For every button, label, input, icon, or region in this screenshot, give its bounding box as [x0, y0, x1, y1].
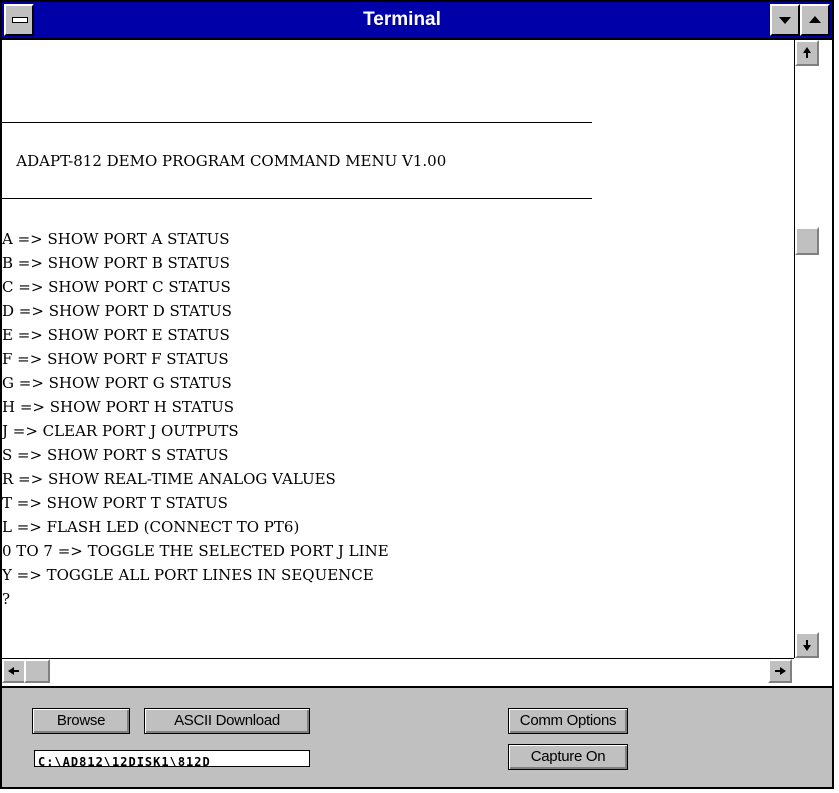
- ascii-download-button-label: ASCII Download: [174, 712, 280, 729]
- title-bar[interactable]: Terminal: [2, 2, 832, 40]
- comm-options-button-label: Comm Options: [519, 712, 617, 729]
- browse-button-label: Browse: [56, 712, 106, 729]
- window-title: Terminal: [363, 9, 441, 30]
- menu-line: Y => TOGGLE ALL PORT LINES IN SEQUENCE: [2, 566, 374, 584]
- menu-header: ADAPT-812 DEMO PROGRAM COMMAND MENU V1.0…: [2, 152, 447, 170]
- menu-line: C => SHOW PORT C STATUS: [2, 278, 231, 296]
- system-menu-icon[interactable]: [4, 4, 34, 36]
- comm-options-button[interactable]: Comm Options: [508, 708, 628, 734]
- menu-line: R => SHOW REAL-TIME ANALOG VALUES: [2, 470, 336, 488]
- menu-line: T => SHOW PORT T STATUS: [2, 494, 228, 512]
- horizontal-scrollbar[interactable]: [2, 658, 794, 684]
- vertical-scrollbar[interactable]: [794, 40, 820, 658]
- capture-on-button[interactable]: Capture On: [508, 744, 628, 770]
- menu-line: F => SHOW PORT F STATUS: [2, 350, 229, 368]
- terminal-prompt: ?: [2, 590, 11, 608]
- menu-line: S => SHOW PORT S STATUS: [2, 446, 229, 464]
- menu-line: 0 TO 7 => TOGGLE THE SELECTED PORT J LIN…: [2, 542, 389, 560]
- download-path-field[interactable]: C:\AD812\12DISK1\812D: [34, 750, 310, 767]
- horizontal-scroll-thumb[interactable]: [24, 659, 50, 683]
- menu-line: G => SHOW PORT G STATUS: [2, 374, 232, 392]
- scrollbar-corner: [794, 658, 820, 684]
- menu-line: B => SHOW PORT B STATUS: [2, 254, 230, 272]
- menu-line: E => SHOW PORT E STATUS: [2, 326, 230, 344]
- terminal-client-area: ADAPT-812 DEMO PROGRAM COMMAND MENU V1.0…: [2, 40, 832, 688]
- menu-line: L => FLASH LED (CONNECT TO PT6): [2, 518, 300, 536]
- maximize-icon[interactable]: [800, 4, 830, 36]
- menu-line: J => CLEAR PORT J OUTPUTS: [2, 422, 239, 440]
- browse-button[interactable]: Browse: [32, 708, 130, 734]
- arrow-left-icon[interactable]: [2, 659, 26, 683]
- terminal-window: Terminal ADAPT-812 DEMO PROGRAM COMMAND …: [0, 0, 834, 789]
- minimize-icon[interactable]: [770, 4, 800, 36]
- arrow-right-icon[interactable]: [768, 659, 792, 683]
- menu-line: D => SHOW PORT D STATUS: [2, 302, 232, 320]
- header-rule-top: [2, 122, 592, 123]
- header-rule-bottom: [2, 198, 592, 199]
- menu-line: A => SHOW PORT A STATUS: [2, 230, 230, 248]
- capture-on-button-label: Capture On: [530, 748, 606, 765]
- menu-line: H => SHOW PORT H STATUS: [2, 398, 235, 416]
- vertical-scroll-thumb[interactable]: [795, 227, 819, 255]
- control-panel: Browse ASCII Download Comm Options Captu…: [2, 688, 832, 787]
- terminal-output[interactable]: ADAPT-812 DEMO PROGRAM COMMAND MENU V1.0…: [2, 40, 794, 658]
- ascii-download-button[interactable]: ASCII Download: [144, 708, 310, 734]
- arrow-up-icon[interactable]: [795, 40, 819, 66]
- arrow-down-icon[interactable]: [795, 632, 819, 658]
